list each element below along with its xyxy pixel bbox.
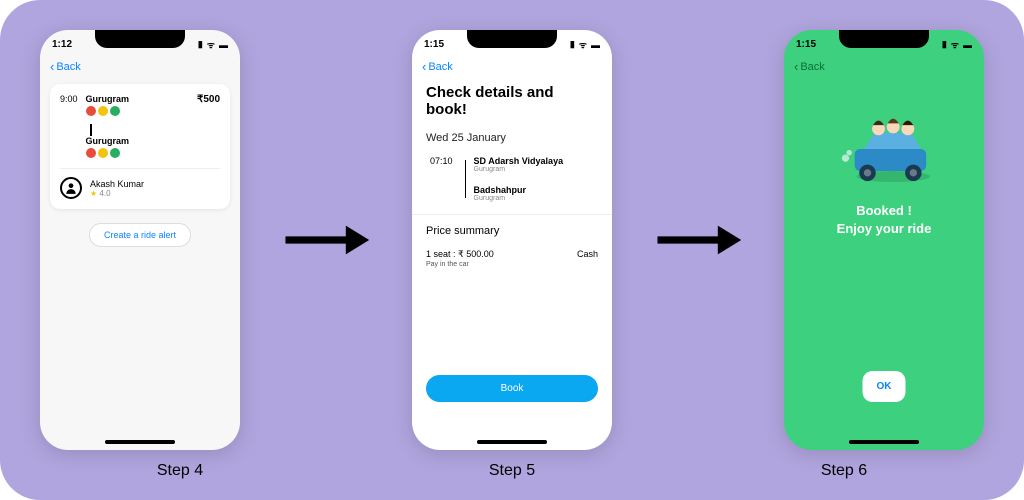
arrow-right-icon <box>653 220 743 260</box>
signal-icon: ▮ <box>198 39 203 50</box>
price-line: 1 seat : ₹ 500.00 <box>426 249 494 260</box>
phones-row: 1:12 ▮ ᯤ ▬ ‹ Back 9:00 Gurugram <box>40 28 984 452</box>
phone-notch <box>95 30 185 48</box>
driver-row[interactable]: Akash Kumar ★ 4.0 <box>60 168 220 199</box>
ride-price: ₹500 <box>197 94 220 105</box>
chevron-left-icon: ‹ <box>50 59 54 74</box>
to-name: Badshahpur <box>474 185 564 195</box>
phone-step-6: 1:15 ▮ ᯤ ▬ ‹ Back <box>784 30 984 450</box>
ok-button[interactable]: OK <box>863 371 906 402</box>
back-label: Back <box>800 61 824 73</box>
back-button[interactable]: ‹ Back <box>40 55 240 78</box>
phone-step-5: 1:15 ▮ ᯤ ▬ ‹ Back Check details and book… <box>412 30 612 450</box>
depart-time: 9:00 <box>60 94 78 104</box>
phone-notch <box>839 30 929 48</box>
from-location: Gurugram <box>86 94 197 104</box>
signal-icon: ▮ <box>942 39 947 50</box>
from-tags <box>86 106 197 116</box>
battery-icon: ▬ <box>591 40 600 50</box>
back-label: Back <box>56 61 80 73</box>
home-indicator <box>105 440 175 444</box>
status-indicators: ▮ ᯤ ▬ <box>198 38 228 51</box>
avatar <box>60 177 82 199</box>
status-time: 1:15 <box>796 39 816 50</box>
step-6-label: Step 6 <box>744 462 944 480</box>
tag-icon-green <box>110 148 120 158</box>
step-4-label: Step 4 <box>80 462 280 480</box>
arrow-right-icon <box>281 220 371 260</box>
person-icon <box>64 181 78 195</box>
status-indicators: ▮ ᯤ ▬ <box>942 38 972 51</box>
tag-icon-yellow <box>98 148 108 158</box>
battery-icon: ▬ <box>963 40 972 50</box>
wifi-icon: ᯤ <box>207 38 215 51</box>
driver-rating: ★ 4.0 <box>90 189 144 198</box>
ride-card[interactable]: 9:00 Gurugram Gurugram <box>50 84 230 209</box>
wifi-icon: ᯤ <box>579 38 587 51</box>
home-indicator <box>477 440 547 444</box>
price-row: 1 seat : ₹ 500.00 Cash <box>412 241 612 260</box>
page-title: Check details and book! <box>412 78 612 128</box>
step-5-label: Step 5 <box>412 462 612 480</box>
wifi-icon: ᯤ <box>951 38 959 51</box>
from-sub: Gurugram <box>474 166 564 173</box>
status-indicators: ▮ ᯤ ▬ <box>570 38 600 51</box>
to-sub: Gurugram <box>474 195 564 202</box>
payment-method: Cash <box>577 249 598 260</box>
driver-name: Akash Kumar <box>90 179 144 189</box>
tutorial-canvas: 1:12 ▮ ᯤ ▬ ‹ Back 9:00 Gurugram <box>0 0 1024 500</box>
book-button[interactable]: Book <box>426 375 598 402</box>
chevron-left-icon: ‹ <box>422 59 426 74</box>
phone-notch <box>467 30 557 48</box>
to-location: Gurugram <box>86 136 197 146</box>
star-icon: ★ <box>90 189 97 198</box>
route-section: 07:10 SD Adarsh Vidyalaya Gurugram Badsh… <box>412 148 612 215</box>
home-indicator <box>849 440 919 444</box>
trip-date: Wed 25 January <box>412 128 612 148</box>
route-line <box>465 160 466 198</box>
tag-icon-yellow <box>98 106 108 116</box>
depart-time: 07:10 <box>430 156 453 202</box>
from-name: SD Adarsh Vidyalaya <box>474 156 564 166</box>
tag-icon-green <box>110 106 120 116</box>
create-alert-button[interactable]: Create a ride alert <box>89 223 191 247</box>
signal-icon: ▮ <box>570 39 575 50</box>
chevron-left-icon: ‹ <box>794 59 798 74</box>
booked-message: Booked ! Enjoy your ride <box>784 202 984 238</box>
pay-note: Pay in the car <box>412 260 612 284</box>
to-tags <box>86 148 197 158</box>
tag-icon-red <box>86 106 96 116</box>
back-label: Back <box>428 61 452 73</box>
status-time: 1:12 <box>52 39 72 50</box>
car-family-illustration <box>829 106 939 186</box>
tag-icon-red <box>86 148 96 158</box>
back-button[interactable]: ‹ Back <box>412 55 612 78</box>
back-button[interactable]: ‹ Back <box>784 55 984 78</box>
step-labels: Step 4 Step 5 Step 6 <box>40 452 984 480</box>
phone-step-4: 1:12 ▮ ᯤ ▬ ‹ Back 9:00 Gurugram <box>40 30 240 450</box>
battery-icon: ▬ <box>219 40 228 50</box>
price-summary-heading: Price summary <box>412 215 612 241</box>
status-time: 1:15 <box>424 39 444 50</box>
